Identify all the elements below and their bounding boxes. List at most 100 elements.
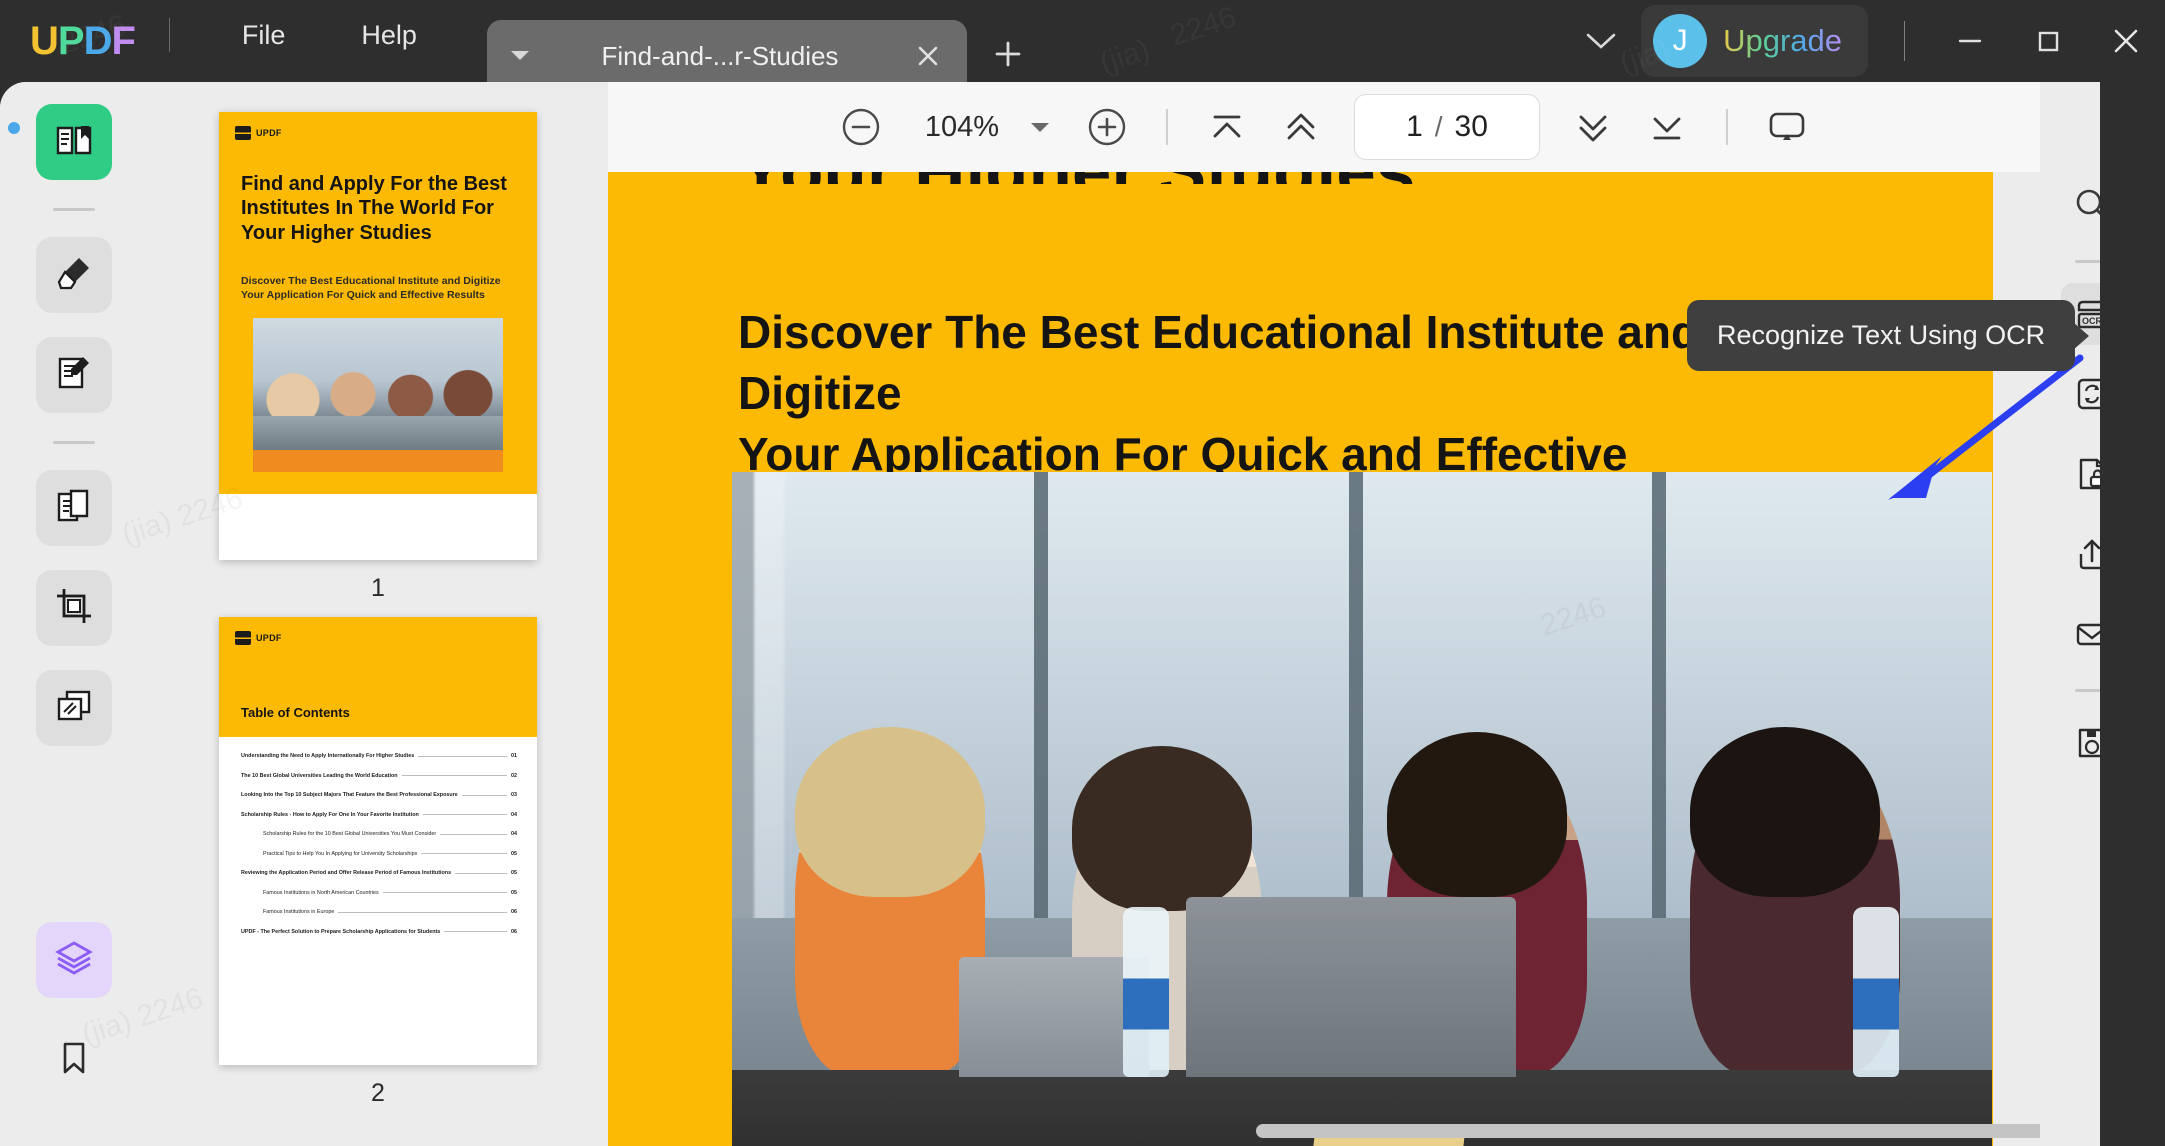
document-toolbar: 104% 1 / 30 [608,82,2040,172]
page-separator: / [1435,111,1443,143]
app-logo: U P D F [0,0,135,82]
tab-title: Find-and-...r-Studies [541,41,899,72]
toc-entry-text: Scholarship Rules for the 10 Best Global… [263,831,436,837]
page-subtitle-line-1: Discover The Best Educational Institute … [738,302,1748,424]
maximize-icon[interactable] [2009,0,2087,82]
close-icon[interactable] [907,35,949,77]
sidebar-item-crop-page[interactable] [36,570,112,646]
page-organize-icon [53,485,95,532]
search-icon[interactable] [2061,174,2100,236]
title-bar: U P D F File Help Find-and-...r-Studies [0,0,2165,82]
page-hero-photo [732,472,1992,1146]
title-bar-right: J Upgrade [1571,0,2165,82]
toolbar-divider [1726,109,1728,145]
toc-entry-page: 06 [511,929,517,935]
toc-entry-text: Understanding the Need to Apply Internat… [241,753,414,759]
total-pages-value: 30 [1455,110,1488,144]
sidebar-item-organize-pages[interactable] [36,470,112,546]
upgrade-button[interactable]: J Upgrade [1641,5,1868,77]
thumb-toc-heading: Table of Contents [241,705,350,720]
application-body: UPDF Find and Apply For the Best Institu… [0,82,2165,1146]
sidebar-item-reader-mode[interactable] [36,104,112,180]
zoom-level-value[interactable]: 104% [914,111,1010,144]
go-to-first-page-icon[interactable] [1196,96,1258,158]
document-lock-icon[interactable] [2061,443,2100,505]
page-number-input[interactable]: 1 / 30 [1354,94,1540,160]
toc-entry-page: 05 [511,851,517,857]
right-tool-rail: OCR [2040,82,2100,1146]
crop-icon [53,585,95,632]
toc-entry-page: 04 [511,831,517,837]
next-page-icon[interactable] [1562,96,1624,158]
toc-entry: UPDF - The Perfect Solution to Prepare S… [241,929,517,935]
plus-icon[interactable] [981,18,1035,90]
share-upload-icon[interactable] [2061,523,2100,585]
menu-file[interactable]: File [204,0,324,76]
sidebar-item-edit-pdf[interactable] [36,337,112,413]
rail-divider [53,441,95,444]
plus-circle-icon[interactable] [1076,96,1138,158]
floppy-save-icon[interactable] [2061,712,2100,774]
thumb-brand-text: UPDF [256,633,282,643]
thumb-accent-bar [253,450,503,472]
document-edit-icon [53,352,95,399]
toc-entry-page: 03 [511,792,517,798]
chevron-down-icon[interactable] [505,41,535,71]
toc-entry-text: Practical Tips to Help You In Applying f… [263,851,417,857]
previous-page-icon[interactable] [1270,96,1332,158]
toc-entry-text: Famous Institutions in North American Co… [263,890,379,896]
thumb-brand-logo: UPDF [235,126,282,140]
thumb-brand-text: UPDF [256,128,282,138]
sidebar-item-ai-assistant[interactable] [36,922,112,998]
toc-entry-page: 02 [511,773,517,779]
rail-divider [2075,689,2100,692]
window-controls-divider [1904,21,1905,61]
thumb-title: Find and Apply For the Best Institutes I… [241,172,513,245]
toc-entry-page: 06 [511,909,517,915]
logo-letter-u: U [30,19,58,64]
toc-entry-page: 04 [511,812,517,818]
minimize-icon[interactable] [1931,0,2009,82]
thumb-brand-logo: UPDF [235,631,282,645]
ai-layers-icon [53,937,95,984]
toc-entry: Scholarship Rules for the 10 Best Global… [241,831,517,837]
left-rail-bottom [0,922,148,1122]
caret-down-icon[interactable] [1020,107,1060,147]
chevron-down-icon[interactable] [1571,11,1631,71]
rail-divider [53,208,95,211]
toc-entry-text: The 10 Best Global Universities Leading … [241,773,398,779]
page-heading-clipped: Your Higher Studies [738,172,1938,184]
logo-divider [169,18,170,52]
minus-circle-icon[interactable] [830,96,892,158]
sidebar-item-annotate[interactable] [36,237,112,313]
envelope-icon[interactable] [2061,603,2100,665]
sidebar-item-bookmarks[interactable] [36,1022,112,1098]
convert-refresh-icon[interactable] [2061,363,2100,425]
toc-entry: The 10 Best Global Universities Leading … [241,773,517,779]
layers-stack-icon [53,685,95,732]
presentation-mode-icon[interactable] [1756,96,1818,158]
logo-letter-f: F [111,19,134,64]
close-icon[interactable] [2087,0,2165,82]
sidebar-item-batch-process[interactable] [36,670,112,746]
thumbnail-item[interactable]: UPDF Find and Apply For the Best Institu… [148,112,608,603]
thumb-toc-list: Understanding the Need to Apply Internat… [241,753,517,948]
toc-entry: Famous Institutions in North American Co… [241,890,517,896]
menu-help[interactable]: Help [323,0,455,76]
unread-indicator-dot [8,122,20,134]
horizontal-scrollbar[interactable] [1256,1124,2040,1138]
thumb-subtitle: Discover The Best Educational Institute … [241,274,513,303]
avatar: J [1653,14,1707,68]
go-to-last-page-icon[interactable] [1636,96,1698,158]
toc-entry-text: Looking Into the Top 10 Subject Majors T… [241,792,458,798]
left-tool-rail [0,82,148,1146]
page-thumbnail-panel[interactable]: UPDF Find and Apply For the Best Institu… [148,82,608,1146]
content-shell: UPDF Find and Apply For the Best Institu… [0,82,2100,1146]
upgrade-label: Upgrade [1723,23,1842,59]
page-thumbnail-1[interactable]: UPDF Find and Apply For the Best Institu… [219,112,537,560]
thumbnail-item[interactable]: UPDF Table of Contents Understanding the… [148,617,608,1108]
toc-entry: Famous Institutions in Europe06 [241,909,517,915]
page-thumbnail-2[interactable]: UPDF Table of Contents Understanding the… [219,617,537,1065]
toc-entry: Looking Into the Top 10 Subject Majors T… [241,792,517,798]
thumbnail-page-number: 2 [371,1079,385,1108]
